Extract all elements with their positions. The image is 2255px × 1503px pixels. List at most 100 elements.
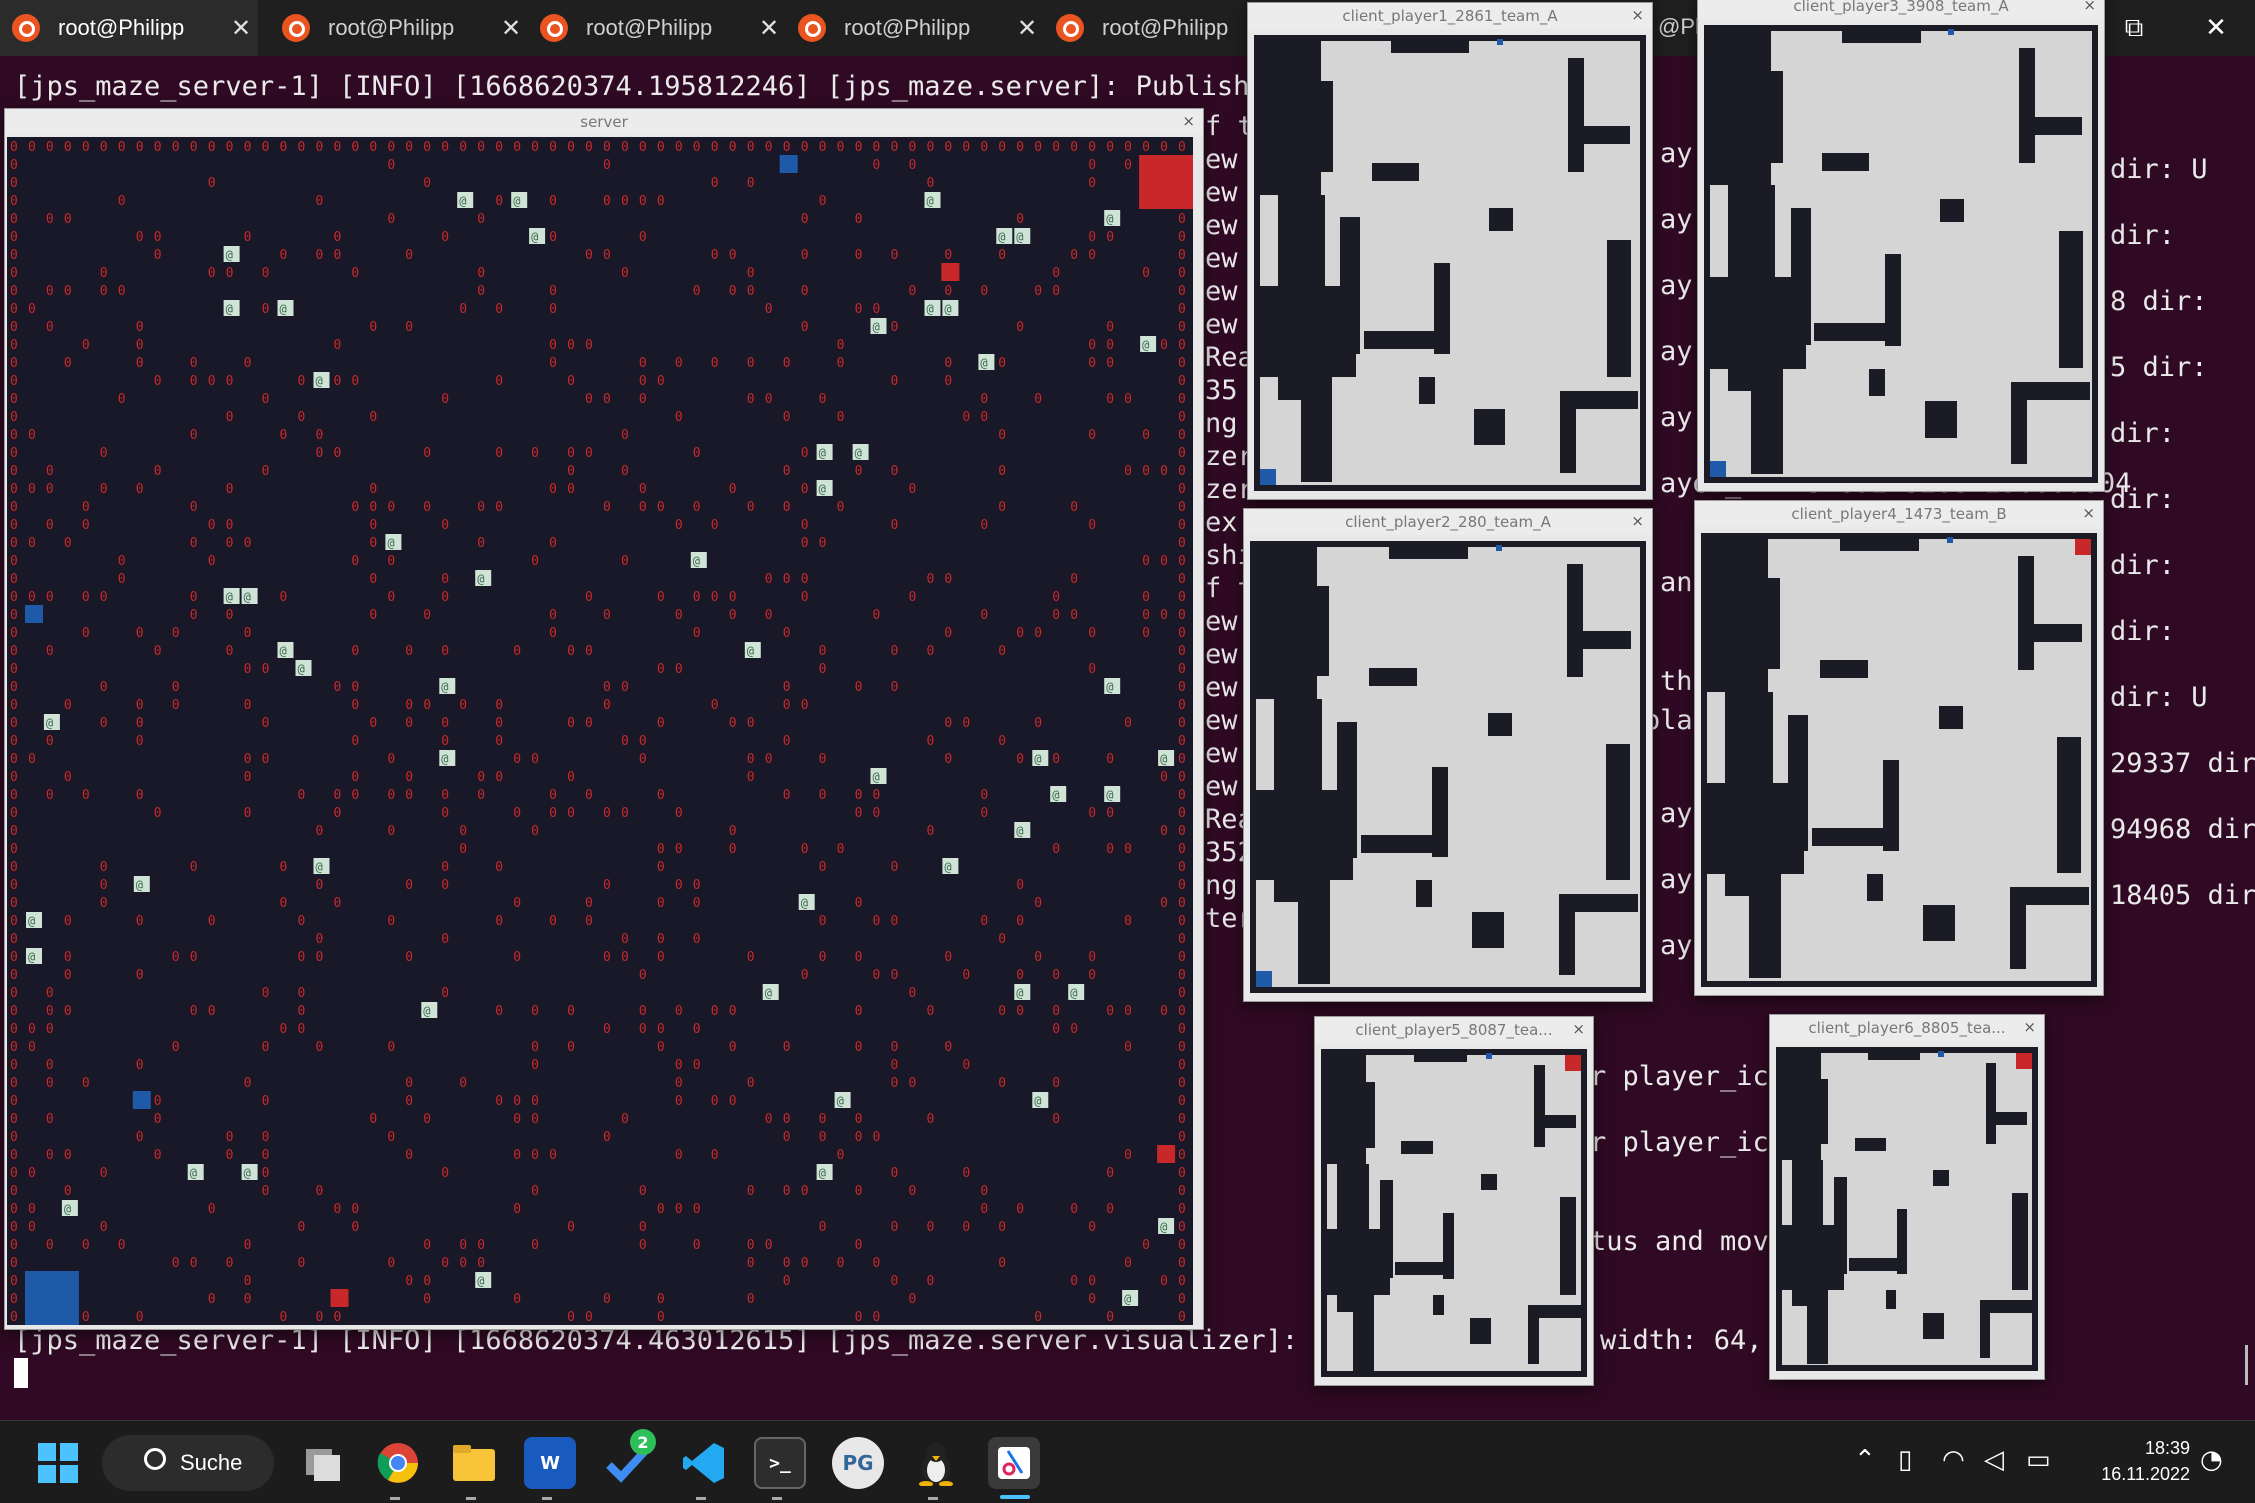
maze-cell-marker: 0	[423, 1112, 431, 1127]
maze-cell-marker: 0	[693, 1238, 701, 1253]
close-icon[interactable]: ×	[2082, 504, 2095, 522]
window-title-bar[interactable]: client_player2_280_team_A ×	[1244, 509, 1652, 535]
maze-player-glyph: @	[819, 482, 826, 496]
maze-cell-marker: 0	[513, 140, 521, 155]
search-box[interactable]: Suche	[102, 1435, 274, 1491]
window-title-bar[interactable]: client_player5_8087_tea... ×	[1315, 1017, 1593, 1043]
close-icon[interactable]: ✕	[1010, 14, 1044, 43]
maze-wall	[2059, 231, 2083, 368]
maze-cell-marker: 0	[1160, 554, 1168, 569]
maze-cell-marker: 0	[1016, 914, 1024, 929]
terminal-icon[interactable]: >_	[754, 1437, 806, 1489]
file-explorer-icon[interactable]	[448, 1437, 500, 1489]
todo-icon[interactable]: 2	[600, 1429, 656, 1489]
maze-wall	[1996, 1112, 2027, 1125]
maze-cell-marker: 0	[675, 1094, 683, 1109]
maze-cell-marker: 0	[387, 752, 395, 767]
maze-cell-marker: 0	[891, 968, 899, 983]
close-icon[interactable]: ✕	[494, 14, 528, 43]
maze-player-glyph: @	[873, 320, 880, 334]
client-window[interactable]: client_player6_8805_tea... ×	[1769, 1014, 2045, 1380]
maze-cell-marker: 0	[1070, 1022, 1078, 1037]
snipping-tool-icon[interactable]	[988, 1437, 1040, 1489]
maze-cell-marker: 0	[1178, 878, 1186, 893]
maze-cell-marker: 0	[729, 716, 737, 731]
vscode-icon[interactable]	[678, 1437, 730, 1489]
tab-terminal-3[interactable]: root@Philipp ✕	[528, 0, 786, 56]
maze-goal-area	[25, 1271, 79, 1325]
windows-start-icon[interactable]	[32, 1437, 84, 1489]
maze-cell-marker: 0	[891, 320, 899, 335]
server-window[interactable]: server × 0 0 0 0 0 0 0 0 0 0 0 0 0 0 0 0 0 0 0 0 0 0 0 0 0 0 0 0 0 0 0…	[4, 108, 1204, 1330]
terminal-fragment: ay	[1660, 138, 1693, 169]
maze-cell-marker: 0	[603, 248, 611, 263]
maze-cell-marker: 0	[747, 1238, 755, 1253]
close-icon[interactable]: ×	[1572, 1020, 1585, 1038]
maze-cell-marker: 0	[10, 1004, 18, 1019]
close-icon[interactable]: ×	[1631, 6, 1644, 24]
close-window-button[interactable]: ✕	[2186, 0, 2246, 56]
maze-cell-marker: 0	[46, 284, 54, 299]
close-icon[interactable]: ×	[1182, 112, 1195, 130]
linux-icon[interactable]	[910, 1437, 962, 1489]
chevron-up-icon[interactable]: ⌃	[1854, 1445, 1876, 1475]
terminal-scrollbar[interactable]	[2245, 1345, 2248, 1385]
maze-cell-marker: 0	[891, 914, 899, 929]
maze-cell-marker: 0	[64, 212, 72, 227]
maze-cell-marker: 0	[1052, 1076, 1060, 1091]
maze-cell-marker: 0	[190, 1256, 198, 1271]
maze-wall	[1321, 1049, 1366, 1164]
window-title-bar[interactable]: server ×	[5, 109, 1203, 135]
maze-cell-marker: 0	[819, 914, 827, 929]
pgadmin-icon[interactable]: PG	[832, 1437, 884, 1489]
client-window[interactable]: client_player3_3908_team_A ×	[1697, 0, 2105, 492]
wifi-icon[interactable]: ◠	[1942, 1445, 1965, 1475]
usb-device-icon[interactable]: ▯	[1898, 1445, 1912, 1475]
maze-cell-marker: 0	[334, 806, 342, 821]
restore-button[interactable]: ⧉	[2104, 0, 2164, 56]
battery-icon[interactable]: ▭	[2026, 1445, 2051, 1475]
client-window[interactable]: client_player1_2861_team_A ×	[1247, 2, 1653, 500]
client-window[interactable]: client_player2_280_team_A ×	[1243, 508, 1653, 1002]
maze-cell-marker: 0	[603, 608, 611, 623]
maze-cell-marker: 0	[280, 248, 288, 263]
maze-cell-marker: 0	[729, 1040, 737, 1055]
notification-bell-icon[interactable]: ◔	[2200, 1445, 2223, 1475]
maze-cell-marker: 0	[1178, 410, 1186, 425]
maze-cell-marker: 0	[1106, 1202, 1114, 1217]
tab-terminal-5[interactable]: root@Philipp	[1044, 0, 1244, 56]
task-view-icon[interactable]	[296, 1437, 348, 1489]
maze-cell-marker: 0	[100, 590, 108, 605]
maze-cell-marker: 0	[244, 770, 252, 785]
maze-cell-marker: 0	[567, 140, 575, 155]
maze-wall	[1534, 1065, 1545, 1147]
tab-terminal-2[interactable]: root@Philipp ✕	[270, 0, 528, 56]
tab-terminal-1[interactable]: root@Philipp ✕	[0, 0, 258, 56]
close-icon[interactable]: ×	[2023, 1018, 2036, 1036]
maze-cell-marker: 0	[998, 356, 1006, 371]
client-window[interactable]: client_player4_1473_team_B ×	[1694, 500, 2104, 996]
close-icon[interactable]: ×	[1631, 512, 1644, 530]
maze-cell-marker: 0	[980, 392, 988, 407]
maze-cell-marker: 0	[262, 716, 270, 731]
maze-cell-marker: 0	[765, 1238, 773, 1253]
maze-cell-marker: 0	[944, 572, 952, 587]
word-icon[interactable]: W	[524, 1437, 576, 1489]
window-title-bar[interactable]: client_player1_2861_team_A ×	[1248, 3, 1652, 29]
window-title-bar[interactable]: client_player4_1473_team_B ×	[1695, 501, 2103, 527]
muted-speaker-icon[interactable]: ◁	[1984, 1445, 2004, 1475]
maze-cell-marker: 0	[10, 788, 18, 803]
close-icon[interactable]: ×	[2083, 0, 2096, 14]
close-icon[interactable]: ✕	[224, 14, 258, 43]
running-indicator	[772, 1497, 782, 1500]
maze-cell-marker: 0	[747, 356, 755, 371]
window-title-bar[interactable]: client_player6_8805_tea... ×	[1770, 1015, 2044, 1041]
chrome-icon[interactable]	[372, 1437, 424, 1489]
close-icon[interactable]: ✕	[752, 14, 786, 43]
window-title-bar[interactable]: client_player3_3908_team_A ×	[1698, 0, 2104, 19]
maze-wall	[1980, 1300, 1990, 1358]
client-window[interactable]: client_player5_8087_tea... ×	[1314, 1016, 1594, 1386]
tab-terminal-4[interactable]: root@Philipp ✕	[786, 0, 1044, 56]
clock[interactable]: 18:39 16.11.2022	[2070, 1435, 2190, 1487]
maze-cell-marker: 0	[1052, 842, 1060, 857]
